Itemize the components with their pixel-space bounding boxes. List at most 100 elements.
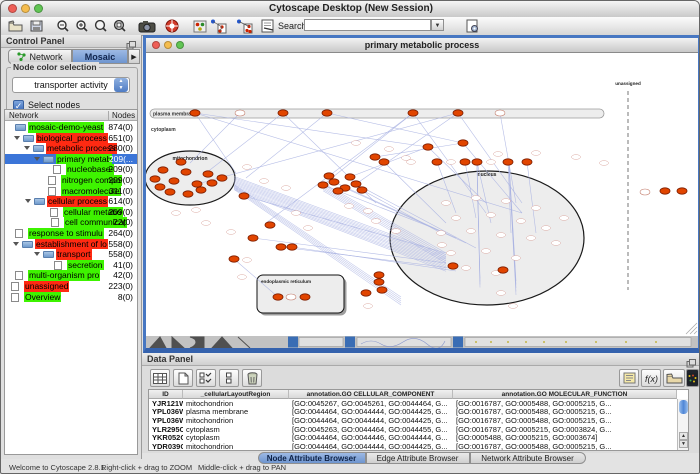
network-node-outline[interactable] xyxy=(495,110,505,116)
search-config-icon[interactable] xyxy=(464,18,480,34)
network-node[interactable] xyxy=(374,272,384,278)
network-node[interactable] xyxy=(322,110,332,116)
network-node[interactable] xyxy=(300,294,310,300)
network-node[interactable] xyxy=(273,294,283,300)
table-cell[interactable]: [GO:0045263, GO:0044464, GO:0044455, G..… xyxy=(289,426,453,435)
zoom-in-icon[interactable] xyxy=(74,18,90,34)
tree-row-overview[interactable]: Overview8(0) xyxy=(5,292,137,303)
network-view-titlebar[interactable]: primary metabolic process xyxy=(146,38,698,53)
combo-stepper-icon[interactable]: ▲▼ xyxy=(114,78,128,92)
table-cell[interactable]: [GO:0016787, GO:0005488, GO:0005215, G..… xyxy=(453,443,677,451)
network-node[interactable] xyxy=(217,175,227,181)
network-node[interactable] xyxy=(345,174,355,180)
table-cell[interactable]: [GO:0016787, GO:0005488, GO:0005215, G..… xyxy=(453,417,677,426)
network-node[interactable] xyxy=(155,184,165,190)
table-cell[interactable]: [GO:0045267, GO:0045261, GO:0044464, G..… xyxy=(289,400,453,409)
table-cell[interactable]: YJR121W__1 xyxy=(149,400,183,409)
annotation-doc-icon[interactable] xyxy=(259,18,275,34)
network-node[interactable] xyxy=(176,159,186,165)
import-attributes-icon[interactable] xyxy=(663,369,685,387)
network-node[interactable] xyxy=(408,110,418,116)
network-node[interactable] xyxy=(192,181,202,187)
network-node-outline[interactable] xyxy=(286,294,296,300)
vizmapper-icon[interactable] xyxy=(192,18,208,34)
tab-overflow-arrow[interactable]: ▶ xyxy=(128,49,140,64)
tree-row-secretion[interactable]: secretion41(0) xyxy=(5,260,137,271)
select-attributes-icon[interactable] xyxy=(196,369,216,387)
network-node[interactable] xyxy=(374,279,384,285)
network-node[interactable] xyxy=(472,159,482,165)
network-node[interactable] xyxy=(169,178,179,184)
annotation-import-icon[interactable] xyxy=(619,369,639,387)
column-header-2[interactable]: annotation.GO CELLULAR_COMPONENT xyxy=(289,390,453,399)
tree-row-cellular-metabo[interactable]: cellular metabo209(0) xyxy=(5,207,137,218)
tree-row-establishment-of-lo[interactable]: establishment of lo558(0) xyxy=(5,239,137,250)
disclosure-triangle-icon[interactable] xyxy=(14,136,20,140)
network-node[interactable] xyxy=(203,171,213,177)
table-cell[interactable]: [GO:0044464, GO:0044444, GO:0044425, G..… xyxy=(289,443,453,451)
network-node-outline[interactable] xyxy=(640,189,650,195)
table-cell[interactable]: [GO:0016787, GO:0005215, GO:0003824, G..… xyxy=(453,426,677,435)
zoom-selected-icon[interactable] xyxy=(112,18,128,34)
import-table-icon[interactable] xyxy=(234,18,254,34)
table-cell[interactable]: mitochondrion xyxy=(183,400,289,409)
network-node[interactable] xyxy=(324,173,334,179)
network-node[interactable] xyxy=(278,110,288,116)
tree-row-unassigned[interactable]: unassigned223(0) xyxy=(5,281,137,292)
network-node[interactable] xyxy=(458,140,468,146)
table-cell[interactable]: mitochondrion xyxy=(183,443,289,451)
help-ring-icon[interactable] xyxy=(164,18,180,34)
network-node[interactable] xyxy=(361,290,371,296)
attribute-table-icon[interactable] xyxy=(150,369,170,387)
unselect-attributes-icon[interactable] xyxy=(219,369,239,387)
network-node[interactable] xyxy=(432,159,442,165)
network-node[interactable] xyxy=(150,176,160,182)
disclosure-triangle-icon[interactable] xyxy=(34,157,40,161)
tree-row-metabolic-process[interactable]: metabolic process280(0) xyxy=(5,143,137,154)
network-node[interactable] xyxy=(448,263,458,269)
tree-row-macromolecule[interactable]: macromolecule311(0) xyxy=(5,186,137,197)
tree-row-mosaic-demo-yeast[interactable]: mosaic-demo-yeast874(0) xyxy=(5,122,137,133)
tree-row-transport[interactable]: transport558(0) xyxy=(5,249,137,260)
network-node[interactable] xyxy=(190,110,200,116)
column-header-0[interactable]: ID xyxy=(149,390,183,399)
disclosure-triangle-icon[interactable] xyxy=(25,199,31,203)
network-node[interactable] xyxy=(333,188,343,194)
table-cell[interactable]: cytoplasm xyxy=(183,434,289,443)
network-node[interactable] xyxy=(207,180,217,186)
column-header-3[interactable]: annotation.GO MOLECULAR_FUNCTION xyxy=(453,390,677,399)
table-cell[interactable]: YLR295C xyxy=(149,426,183,435)
tree-row-multi-organism-pro[interactable]: multi-organism pro42(0) xyxy=(5,270,137,281)
network-node[interactable] xyxy=(239,193,249,199)
disclosure-triangle-icon[interactable] xyxy=(24,146,30,150)
network-node[interactable] xyxy=(498,267,508,273)
tree-row-primary-metab[interactable]: primary metab209(... xyxy=(5,154,137,165)
network-node[interactable] xyxy=(276,244,286,250)
tree-row-nucleobase-[interactable]: nucleobase-209(0) xyxy=(5,164,137,175)
function-builder-icon[interactable]: f(x) xyxy=(641,369,661,387)
network-node[interactable] xyxy=(165,189,175,195)
table-cell[interactable]: [GO:0044464, GO:0044444, GO:0044425, G..… xyxy=(289,417,453,426)
network-node-outline[interactable] xyxy=(235,110,245,116)
scroll-down-icon[interactable]: ▼ xyxy=(679,440,688,448)
search-dropdown-icon[interactable]: ▼ xyxy=(431,19,444,31)
tree-row-nitrogen-compo[interactable]: nitrogen compo209(0) xyxy=(5,175,137,186)
snapshot-camera-icon[interactable] xyxy=(137,18,157,34)
zoom-out-icon[interactable] xyxy=(55,18,71,34)
table-cell[interactable]: [GO:0016787, GO:0005488, GO:0005215, G..… xyxy=(453,400,677,409)
network-node[interactable] xyxy=(351,181,361,187)
delete-attribute-icon[interactable] xyxy=(242,369,262,387)
table-cell[interactable]: [GO:0005488, GO:0005215, GO:0003674] xyxy=(453,434,677,443)
network-node[interactable] xyxy=(287,244,297,250)
network-node[interactable] xyxy=(318,182,328,188)
table-cell[interactable]: [GO:0044464, GO:0044446, GO:0044444, G..… xyxy=(289,434,453,443)
network-node[interactable] xyxy=(503,159,513,165)
network-node[interactable] xyxy=(377,287,387,293)
tree-row-cell-communicat[interactable]: cell communicat22(0) xyxy=(5,217,137,228)
network-node[interactable] xyxy=(181,169,191,175)
network-node[interactable] xyxy=(453,110,463,116)
import-network-icon[interactable] xyxy=(208,18,228,34)
save-session-icon[interactable] xyxy=(29,18,44,34)
node-color-select[interactable]: transporter activity xyxy=(12,77,130,93)
network-node[interactable] xyxy=(423,144,433,150)
